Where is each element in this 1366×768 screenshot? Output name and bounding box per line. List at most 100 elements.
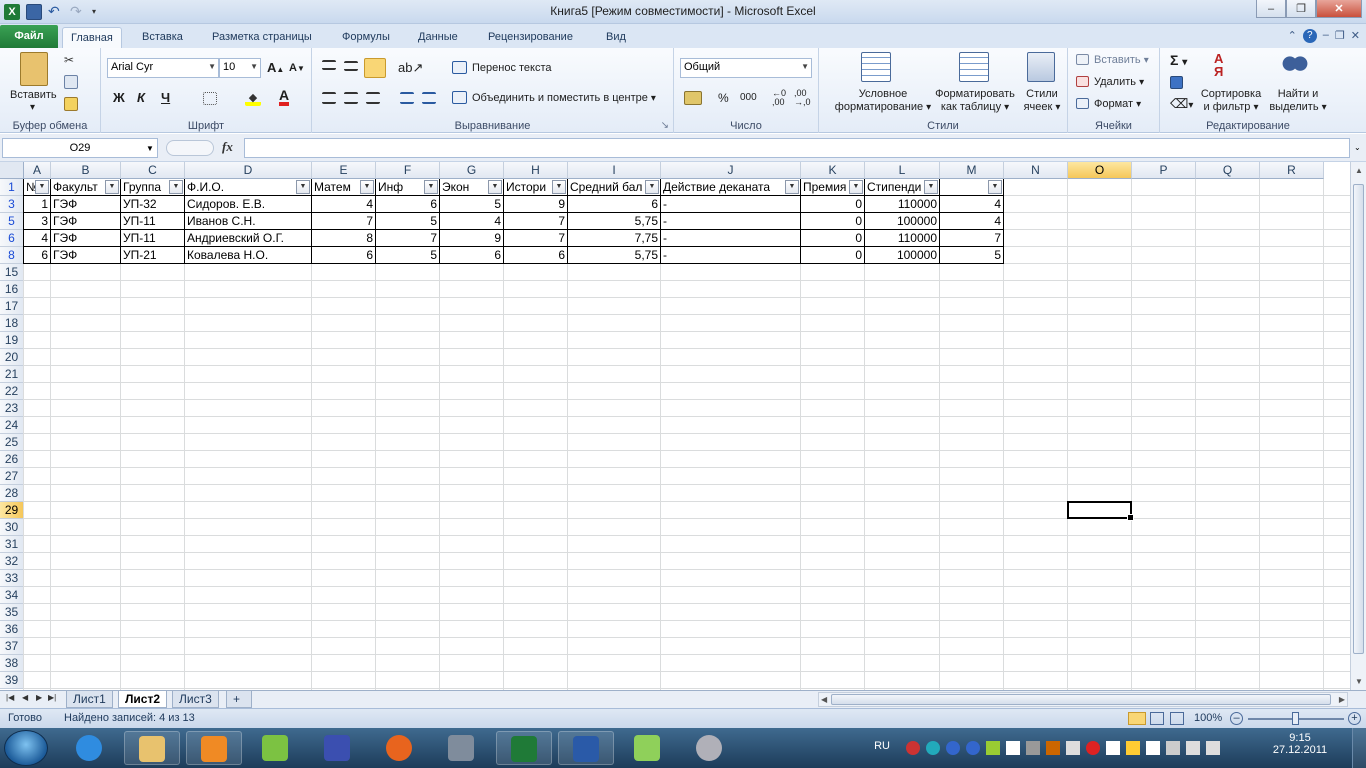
format-painter-icon[interactable] xyxy=(64,97,78,111)
workbook-close-icon[interactable]: ✕ xyxy=(1351,29,1360,43)
horizontal-scrollbar[interactable]: ◀ ▶ xyxy=(818,692,1348,707)
table-header-cell[interactable]: Группа xyxy=(121,179,169,196)
workbook-minimize-icon[interactable]: – xyxy=(1323,29,1329,43)
table-header-cell[interactable]: Экон xyxy=(440,179,488,196)
font-color-icon[interactable]: A xyxy=(279,88,290,106)
table-cell[interactable]: Ковалева Н.О. xyxy=(185,247,311,264)
cell-styles-button[interactable]: Стили ячеек ▾ xyxy=(1019,88,1065,114)
page-break-view-icon[interactable] xyxy=(1170,712,1184,725)
table-cell[interactable]: 8 xyxy=(312,230,375,247)
find-select-icon[interactable] xyxy=(1282,54,1308,78)
table-cell[interactable]: 9 xyxy=(504,196,567,213)
cut-icon[interactable]: ✂ xyxy=(64,53,78,67)
filter-dropdown-icon[interactable]: ▼ xyxy=(169,180,183,194)
column-header-b[interactable]: B xyxy=(51,162,121,179)
table-cell[interactable]: 7 xyxy=(504,230,567,247)
scroll-right-icon[interactable]: ▶ xyxy=(1339,695,1345,704)
table-header-cell[interactable]: Стипенди xyxy=(865,179,924,196)
table-cell[interactable]: Иванов С.Н. xyxy=(185,213,311,230)
column-header-a[interactable]: A xyxy=(24,162,51,179)
row-header-15[interactable]: 15 xyxy=(0,264,24,281)
taskbar-dvd-player-icon[interactable] xyxy=(682,731,738,765)
column-header-n[interactable]: N xyxy=(1004,162,1068,179)
column-header-p[interactable]: P xyxy=(1132,162,1196,179)
row-header-33[interactable]: 33 xyxy=(0,570,24,587)
cell-styles-icon[interactable] xyxy=(1027,52,1055,82)
row-header-24[interactable]: 24 xyxy=(0,417,24,434)
percent-button[interactable]: % xyxy=(718,91,729,105)
wrap-text-button[interactable]: Перенос текста xyxy=(472,62,552,74)
table-header-cell[interactable]: Инф xyxy=(376,179,424,196)
name-box[interactable]: O29 xyxy=(2,138,158,158)
merge-center-icon[interactable] xyxy=(452,91,467,104)
find-select-button[interactable]: Найти и выделить ▾ xyxy=(1266,88,1330,114)
row-header-20[interactable]: 20 xyxy=(0,349,24,366)
spreadsheet-grid[interactable]: ABCDEFGHIJKLMNOPQR 1 3 5 6 8 15 16 17 18 19 20 21 22… xyxy=(0,162,1350,690)
tab-home[interactable]: Главная xyxy=(62,27,122,48)
filter-dropdown-icon[interactable]: ▼ xyxy=(35,180,49,194)
zoom-level[interactable]: 100% xyxy=(1194,712,1222,724)
table-cell[interactable]: 4 xyxy=(312,196,375,213)
paste-icon[interactable] xyxy=(20,52,48,86)
scroll-up-icon[interactable]: ▲ xyxy=(1355,166,1363,175)
tray-volume-icon[interactable] xyxy=(1206,741,1220,755)
tab-page-layout[interactable]: Разметка страницы xyxy=(204,27,320,48)
taskbar-word-icon[interactable] xyxy=(558,731,614,765)
table-cell[interactable]: 3 xyxy=(24,213,50,230)
expand-formula-bar-icon[interactable]: ⌄ xyxy=(1354,143,1361,152)
table-cell[interactable]: 1 xyxy=(24,196,50,213)
minimize-button[interactable]: – xyxy=(1256,0,1286,18)
filter-dropdown-icon[interactable]: ▼ xyxy=(105,180,119,194)
table-cell[interactable]: 5,75 xyxy=(568,247,660,264)
row-header-22[interactable]: 22 xyxy=(0,383,24,400)
bold-button[interactable]: Ж xyxy=(113,90,125,105)
table-cell[interactable]: 7 xyxy=(504,213,567,230)
table-cell[interactable]: 100000 xyxy=(865,247,939,264)
conditional-formatting-icon[interactable] xyxy=(861,52,891,82)
table-cell[interactable]: 7 xyxy=(940,230,1003,247)
table-cell[interactable]: 6 xyxy=(504,247,567,264)
row-header-36[interactable]: 36 xyxy=(0,621,24,638)
scroll-down-icon[interactable]: ▼ xyxy=(1355,677,1363,686)
shrink-font-icon[interactable]: A▼ xyxy=(289,62,305,74)
tray-app-icon[interactable] xyxy=(1046,741,1060,755)
row-header-6[interactable]: 6 xyxy=(0,230,24,247)
alignment-dialog-launcher[interactable]: ↘ xyxy=(661,120,669,131)
increase-indent-icon[interactable] xyxy=(422,92,436,104)
row-header-32[interactable]: 32 xyxy=(0,553,24,570)
tray-device-icon[interactable] xyxy=(1006,741,1020,755)
fill-color-icon[interactable]: ◆ xyxy=(245,91,261,106)
help-icon[interactable]: ? xyxy=(1302,29,1317,43)
borders-icon[interactable] xyxy=(203,92,217,105)
tab-insert[interactable]: Вставка xyxy=(134,27,191,48)
table-cell[interactable]: 6 xyxy=(568,196,660,213)
prev-sheet-icon[interactable]: ◀ xyxy=(22,693,28,702)
autosum-icon[interactable]: Σ ▾ xyxy=(1170,52,1187,68)
row-header-1[interactable]: 1 xyxy=(0,179,24,196)
next-sheet-icon[interactable]: ▶ xyxy=(36,693,42,702)
table-cell[interactable]: 5 xyxy=(376,213,439,230)
table-cell[interactable]: ГЭФ xyxy=(51,230,120,247)
table-header-cell[interactable]: № xyxy=(24,179,35,196)
table-cell[interactable]: УП-32 xyxy=(121,196,184,213)
table-cell[interactable]: Сидоров. Е.В. xyxy=(185,196,311,213)
start-button[interactable] xyxy=(4,730,48,766)
format-as-table-button[interactable]: Форматировать как таблицу ▾ xyxy=(931,88,1019,114)
column-header-d[interactable]: D xyxy=(185,162,312,179)
new-sheet-icon[interactable]: + xyxy=(226,691,252,708)
insert-cells-button[interactable]: Вставить ▾ xyxy=(1094,54,1149,66)
sort-filter-button[interactable]: Сортировка и фильтр ▾ xyxy=(1198,88,1264,114)
row-header-16[interactable]: 16 xyxy=(0,281,24,298)
table-cell[interactable]: ГЭФ xyxy=(51,247,120,264)
paste-button[interactable]: Вставить xyxy=(10,89,57,101)
formula-input[interactable] xyxy=(244,138,1350,158)
row-header-39[interactable]: 39 xyxy=(0,672,24,689)
currency-icon[interactable] xyxy=(684,91,702,105)
normal-view-icon[interactable] xyxy=(1128,712,1146,725)
column-header-q[interactable]: Q xyxy=(1196,162,1260,179)
row-header-28[interactable]: 28 xyxy=(0,485,24,502)
column-header-g[interactable]: G xyxy=(440,162,504,179)
table-header-cell[interactable] xyxy=(940,179,988,196)
table-cell[interactable]: УП-11 xyxy=(121,230,184,247)
increase-decimal-icon[interactable]: ←0,00 xyxy=(772,89,786,107)
